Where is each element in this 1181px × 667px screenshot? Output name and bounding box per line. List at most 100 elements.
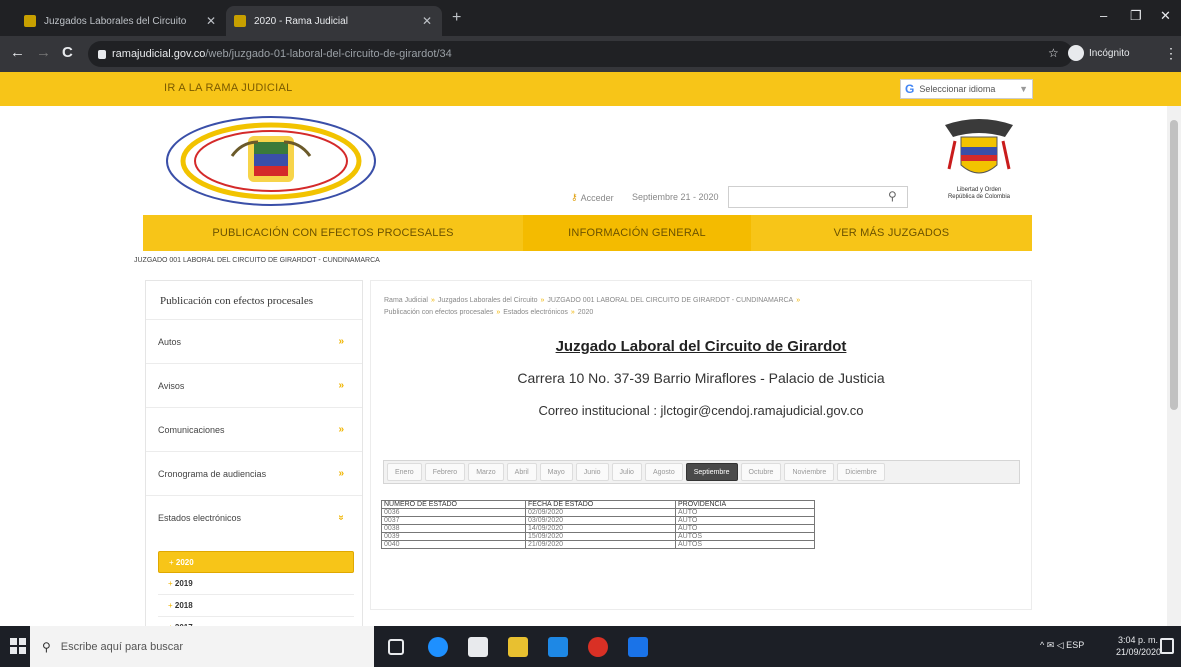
tab-noviembre[interactable]: Noviembre (784, 463, 835, 481)
chevron-down-icon: » (335, 514, 347, 521)
url-path: /web/juzgado-01-laboral-del-circuito-de-… (205, 48, 452, 60)
tab-juzgados[interactable]: Juzgados Laborales del Circuito ✕ (16, 6, 226, 36)
reload-button[interactable]: C (62, 44, 73, 61)
court-email: Correo institucional : jlctogir@cendoj.r… (538, 403, 864, 418)
system-tray[interactable]: ^ ✉ ◁ ESP (1040, 640, 1084, 651)
tab-septiembre[interactable]: Septiembre (685, 463, 738, 481)
sidebar-item-cronograma[interactable]: Cronograma de audiencias» (146, 451, 362, 495)
tab-rama-judicial[interactable]: 2020 - Rama Judicial ✕ (226, 6, 442, 36)
breadcrumb-link[interactable]: Rama Judicial (384, 297, 428, 304)
estado-number-link[interactable]: 0037 (381, 516, 526, 525)
tab-octubre[interactable]: Octubre (740, 463, 782, 481)
estado-number-link[interactable]: 0039 (381, 532, 526, 541)
taskbar-search-input[interactable]: ⚲ Escribe aquí para buscar (30, 626, 374, 667)
breadcrumb-link[interactable]: JUZGADO 001 LABORAL DEL CIRCUITO DE GIRA… (547, 297, 793, 304)
scrollbar-thumb[interactable] (1170, 120, 1178, 410)
file-explorer-icon[interactable] (508, 637, 528, 657)
incognito-indicator[interactable]: Incógnito (1068, 45, 1130, 61)
login-link[interactable]: ⚷ Acceder (571, 192, 614, 203)
court-title: Juzgado Laboral del Circuito de Girardot (555, 338, 847, 355)
tab-junio[interactable]: Junio (575, 463, 609, 481)
providencia-link[interactable]: AUTOS (675, 540, 815, 549)
breadcrumb-link[interactable]: Publicación con efectos procesales (384, 309, 493, 316)
sidebar-item-avisos[interactable]: Avisos» (146, 363, 362, 407)
breadcrumb-current: 2020 (577, 309, 594, 316)
language-selector-label: Seleccionar idioma (919, 84, 996, 94)
nav-informacion-general[interactable]: INFORMACIÓN GENERAL (523, 215, 751, 251)
taskbar-clock[interactable]: 3:04 p. m. 21/09/2020 (1116, 634, 1161, 658)
ir-rama-judicial-link[interactable]: IR A LA RAMA JUDICIAL (164, 82, 293, 94)
providencia-link[interactable]: AUTOS (675, 532, 815, 541)
search-icon[interactable]: ⚲ (888, 189, 897, 203)
forward-button[interactable]: → (36, 44, 51, 61)
plus-icon: + (168, 579, 173, 588)
tab-diciembre[interactable]: Diciembre (837, 463, 885, 481)
tab-abril[interactable]: Abril (506, 463, 537, 481)
new-tab-button[interactable]: + (452, 9, 461, 27)
tab-julio[interactable]: Julio (611, 463, 642, 481)
windows-start-icon[interactable] (10, 638, 26, 654)
incognito-label: Incógnito (1089, 47, 1130, 59)
bookmark-star-icon[interactable]: ☆ (1048, 46, 1059, 60)
language-selector[interactable]: G Seleccionar idioma ▼ (900, 79, 1033, 99)
browser-toolbar: ← → C ramajudicial.gov.co /web/juzgado-0… (0, 36, 1181, 72)
nav-publicacion[interactable]: PUBLICACIÓN CON EFECTOS PROCESALES (143, 215, 523, 251)
store-icon[interactable] (468, 637, 488, 657)
year-2019[interactable]: + 2019 (158, 573, 354, 595)
rama-judicial-logo[interactable] (162, 112, 380, 210)
tab-title: Juzgados Laborales del Circuito (44, 15, 187, 27)
month-tabs: Enero Febrero Marzo Abril Mayo Junio Jul… (383, 460, 1020, 484)
sidebar-item-autos[interactable]: Autos» (146, 319, 362, 363)
estado-number-link[interactable]: 0036 (381, 508, 526, 517)
content-panel (370, 280, 1032, 610)
close-window-button[interactable]: ✕ (1160, 8, 1171, 24)
coat-caption: Libertad y Orden República de Colombia (947, 187, 1011, 200)
sidebar: Publicación con efectos procesales Autos… (145, 280, 363, 640)
providencia-link[interactable]: AUTO (675, 516, 815, 525)
top-yellow-bar: IR A LA RAMA JUDICIAL G Seleccionar idio… (0, 72, 1181, 106)
sidebar-item-estados[interactable]: Estados electrónicos» (146, 495, 362, 539)
breadcrumb-link[interactable]: Juzgados Laborales del Circuito (438, 297, 538, 304)
estado-number-link[interactable]: 0040 (381, 540, 526, 549)
sidebar-heading: Publicación con efectos procesales (160, 295, 314, 307)
court-address: Carrera 10 No. 37-39 Barrio Miraflores -… (517, 370, 885, 386)
chrome-icon[interactable] (588, 637, 608, 657)
plus-icon: + (169, 557, 174, 567)
close-icon[interactable]: ✕ (420, 14, 434, 28)
col-header: FECHA DE ESTADO (525, 500, 676, 509)
nav-ver-mas-juzgados[interactable]: VER MÁS JUZGADOS (751, 215, 1032, 251)
mail-icon[interactable] (548, 637, 568, 657)
breadcrumb-link[interactable]: Estados electrónicos (503, 309, 568, 316)
tab-mayo[interactable]: Mayo (539, 463, 573, 481)
sidebar-item-comunicaciones[interactable]: Comunicaciones» (146, 407, 362, 451)
court-line: JUZGADO 001 LABORAL DEL CIRCUITO DE GIRA… (134, 257, 380, 264)
edge-icon[interactable] (428, 637, 448, 657)
task-view-icon[interactable] (388, 639, 404, 655)
chevron-right-icon: » (338, 336, 344, 347)
tab-marzo[interactable]: Marzo (468, 463, 504, 481)
providencia-link[interactable]: AUTO (675, 524, 815, 533)
word-icon[interactable] (628, 637, 648, 657)
close-icon[interactable]: ✕ (204, 14, 218, 28)
tab-agosto[interactable]: Agosto (644, 463, 683, 481)
page-scrollbar[interactable] (1167, 106, 1181, 626)
tab-enero[interactable]: Enero (387, 463, 422, 481)
estado-date: 14/09/2020 (525, 524, 676, 533)
year-2018[interactable]: + 2018 (158, 595, 354, 617)
search-input[interactable] (728, 186, 908, 208)
lock-icon (98, 49, 106, 59)
estado-date: 21/09/2020 (525, 540, 676, 549)
providencia-link[interactable]: AUTO (675, 508, 815, 517)
menu-kebab-icon[interactable]: ⋮ (1164, 45, 1178, 62)
minimize-button[interactable]: – (1100, 8, 1107, 23)
table-row: 0038 14/09/2020 AUTO (381, 524, 815, 533)
notifications-icon[interactable] (1160, 638, 1174, 654)
maximize-button[interactable]: ❐ (1130, 8, 1142, 24)
back-button[interactable]: ← (10, 44, 25, 61)
address-bar[interactable]: ramajudicial.gov.co /web/juzgado-01-labo… (88, 41, 1073, 67)
taskbar-search-placeholder: Escribe aquí para buscar (60, 640, 184, 653)
tab-febrero[interactable]: Febrero (424, 463, 466, 481)
rama-favicon-icon (234, 15, 246, 27)
estado-number-link[interactable]: 0038 (381, 524, 526, 533)
year-2020[interactable]: + 2020 (158, 551, 354, 573)
